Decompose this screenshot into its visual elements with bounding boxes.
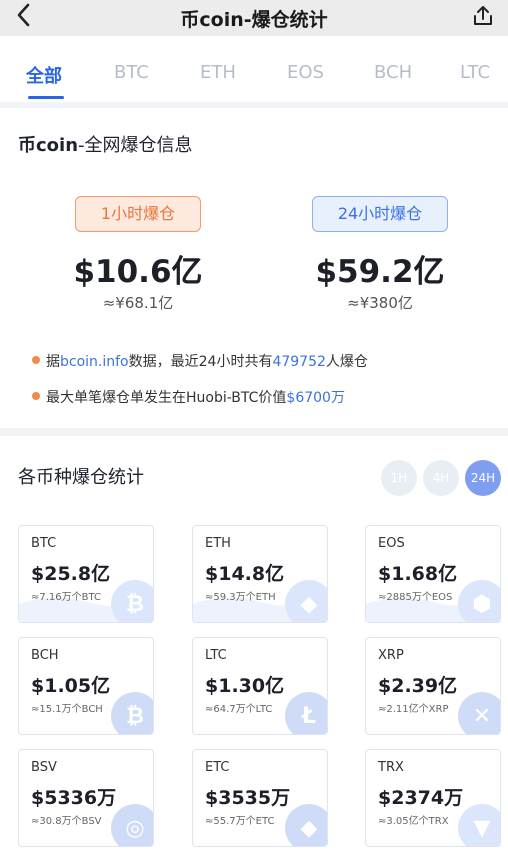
coins-section-title: 各币种爆仓统计 <box>18 467 144 488</box>
tab-eos[interactable]: EOS <box>287 62 324 83</box>
bitcoin-cash-icon: ₿ <box>111 692 153 734</box>
tab-bch[interactable]: BCH <box>374 62 412 83</box>
coin-card-bch[interactable]: BCH $1.05亿 ≈15.1万个BCH ₿ <box>18 637 154 735</box>
litecoin-icon: Ł <box>285 692 327 734</box>
summary-title: 币coin-全网爆仓信息 <box>18 135 193 156</box>
tron-icon: ▼ <box>458 804 500 846</box>
tab-ltc[interactable]: LTC <box>460 62 490 83</box>
coin-card-xrp[interactable]: XRP $2.39亿 ≈2.11亿个XRP ✕ <box>365 637 501 735</box>
day-liquidation-value: $59.2亿 <box>315 254 445 290</box>
share-icon[interactable] <box>472 5 494 27</box>
coin-card-etc[interactable]: ETC $3535万 ≈55.7万个ETC ◆ <box>192 749 328 847</box>
ethereum-icon: ◆ <box>285 580 327 622</box>
coin-card-bsv[interactable]: BSV $5336万 ≈30.8万个BSV ◎ <box>18 749 154 847</box>
time-4h-button[interactable]: 4H <box>423 460 459 496</box>
active-tab-indicator <box>28 96 64 99</box>
liquidation-count-note: 据bcoin.info数据，最近24小时共有479752人爆仓 <box>46 354 368 370</box>
eos-icon: ⬢ <box>458 580 500 622</box>
coin-card-btc[interactable]: BTC $25.8亿 ≈7.16万个BTC ₿ <box>18 525 154 623</box>
tab-eth[interactable]: ETH <box>200 62 236 83</box>
tab-all[interactable]: 全部 <box>26 62 62 88</box>
coin-card-eth[interactable]: ETH $14.8亿 ≈59.3万个ETH ◆ <box>192 525 328 623</box>
coin-card-ltc[interactable]: LTC $1.30亿 ≈64.7万个LTC Ł <box>192 637 328 735</box>
xrp-icon: ✕ <box>458 692 500 734</box>
time-24h-button[interactable]: 24H <box>465 460 501 496</box>
coin-card-trx[interactable]: TRX $2374万 ≈3.05亿个TRX ▼ <box>365 749 501 847</box>
coin-card-eos[interactable]: EOS $1.68亿 ≈2885万个EOS ⬢ <box>365 525 501 623</box>
bitcoin-icon: ₿ <box>111 580 153 622</box>
day-liquidation-label: 24小时爆仓 <box>312 196 448 232</box>
bsv-icon: ◎ <box>111 804 153 846</box>
coin-tabs: 全部 BTC ETH EOS BCH LTC <box>0 36 508 102</box>
hour-liquidation-label: 1小时爆仓 <box>75 196 201 232</box>
top-bar: 币coin-爆仓统计 <box>0 0 508 36</box>
day-liquidation-cny: ≈¥380亿 <box>347 294 413 312</box>
hour-liquidation-value: $10.6亿 <box>73 254 203 290</box>
hour-liquidation-cny: ≈¥68.1亿 <box>102 294 174 312</box>
largest-liquidation-note: 最大单笔爆仓单发生在Huobi-BTC价值$6700万 <box>46 390 345 406</box>
bullet-dot <box>32 392 40 400</box>
ethereum-classic-icon: ◆ <box>285 804 327 846</box>
time-1h-button[interactable]: 1H <box>381 460 417 496</box>
page-title: 币coin-爆仓统计 <box>180 9 328 31</box>
tab-btc[interactable]: BTC <box>114 62 149 83</box>
source-link[interactable]: bcoin.info <box>60 354 129 370</box>
bullet-dot <box>32 356 40 364</box>
